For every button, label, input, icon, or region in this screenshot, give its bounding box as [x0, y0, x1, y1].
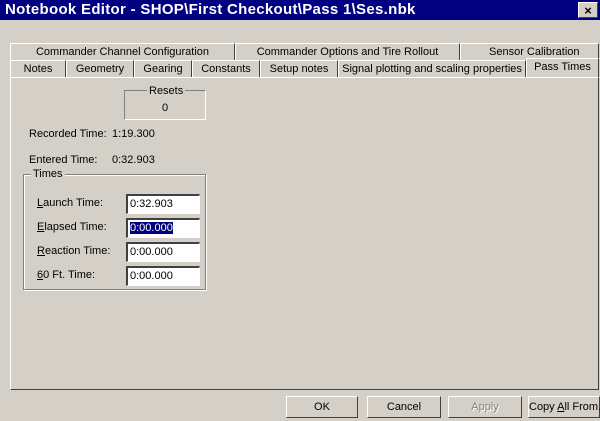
sixty-ft-time-value: 0:00.000 [130, 270, 173, 282]
elapsed-time-value: 0:00.000 [130, 222, 173, 234]
cancel-button[interactable]: Cancel [367, 396, 441, 418]
tab-signal-plotting[interactable]: Signal plotting and scaling properties [338, 60, 526, 77]
tab-label: Constants [201, 63, 251, 75]
tab-notes[interactable]: Notes [10, 60, 66, 77]
apply-button-label: Apply [471, 401, 499, 413]
copy-all-from-button[interactable]: Copy All From... [528, 396, 600, 418]
elapsed-time-input[interactable]: 0:00.000 [126, 218, 200, 238]
tab-geometry[interactable]: Geometry [66, 60, 134, 77]
copy-all-from-label: Copy All From... [529, 401, 600, 413]
entered-time-label: Entered Time: [29, 154, 98, 166]
launch-time-value: 0:32.903 [130, 198, 173, 210]
tab-label: Pass Times [534, 61, 591, 73]
tab-label: Sensor Calibration [489, 46, 580, 58]
close-icon: × [584, 3, 592, 18]
tab-commander-channel-configuration[interactable]: Commander Channel Configuration [10, 43, 235, 60]
tab-gearing[interactable]: Gearing [134, 60, 192, 77]
tab-setup-notes[interactable]: Setup notes [260, 60, 338, 77]
sixty-ft-time-label: 60 Ft. Time: [37, 269, 96, 281]
tab-label: Gearing [143, 63, 183, 75]
tab-commander-options-tire-rollout[interactable]: Commander Options and Tire Rollout [235, 43, 460, 60]
launch-time-input[interactable]: 0:32.903 [126, 194, 200, 214]
reaction-time-value: 0:00.000 [130, 246, 173, 258]
reaction-time-label: Reaction Time: [37, 245, 111, 257]
apply-button[interactable]: Apply [448, 396, 522, 418]
times-group-label: Times [31, 168, 65, 180]
reaction-time-input[interactable]: 0:00.000 [126, 242, 200, 262]
recorded-time-value: 1:19.300 [112, 128, 155, 140]
elapsed-time-label: Elapsed Time: [37, 221, 107, 233]
recorded-time-label: Recorded Time: [29, 128, 107, 140]
window-title: Notebook Editor - SHOP\First Checkout\Pa… [5, 1, 416, 18]
ok-button-label: OK [314, 401, 330, 413]
tab-pass-times[interactable]: Pass Times [526, 58, 599, 77]
launch-time-label: Launch Time: [37, 197, 104, 209]
entered-time-value: 0:32.903 [112, 154, 155, 166]
tab-label: Commander Channel Configuration [35, 46, 210, 58]
tab-label: Notes [23, 63, 53, 75]
cancel-button-label: Cancel [386, 401, 422, 413]
resets-value: 0 [161, 102, 169, 114]
resets-box: Resets 0 [124, 85, 206, 120]
tab-constants[interactable]: Constants [192, 60, 260, 77]
title-bar[interactable]: Notebook Editor - SHOP\First Checkout\Pa… [0, 0, 600, 20]
tab-label: Geometry [75, 63, 125, 75]
tab-label: Commander Options and Tire Rollout [256, 46, 439, 58]
sixty-ft-time-input[interactable]: 0:00.000 [126, 266, 200, 286]
tab-label: Setup notes [269, 63, 329, 75]
ok-button[interactable]: OK [286, 396, 358, 418]
resets-label: Resets [147, 85, 186, 97]
close-button[interactable]: × [578, 2, 598, 18]
tab-label: Signal plotting and scaling properties [342, 63, 522, 75]
